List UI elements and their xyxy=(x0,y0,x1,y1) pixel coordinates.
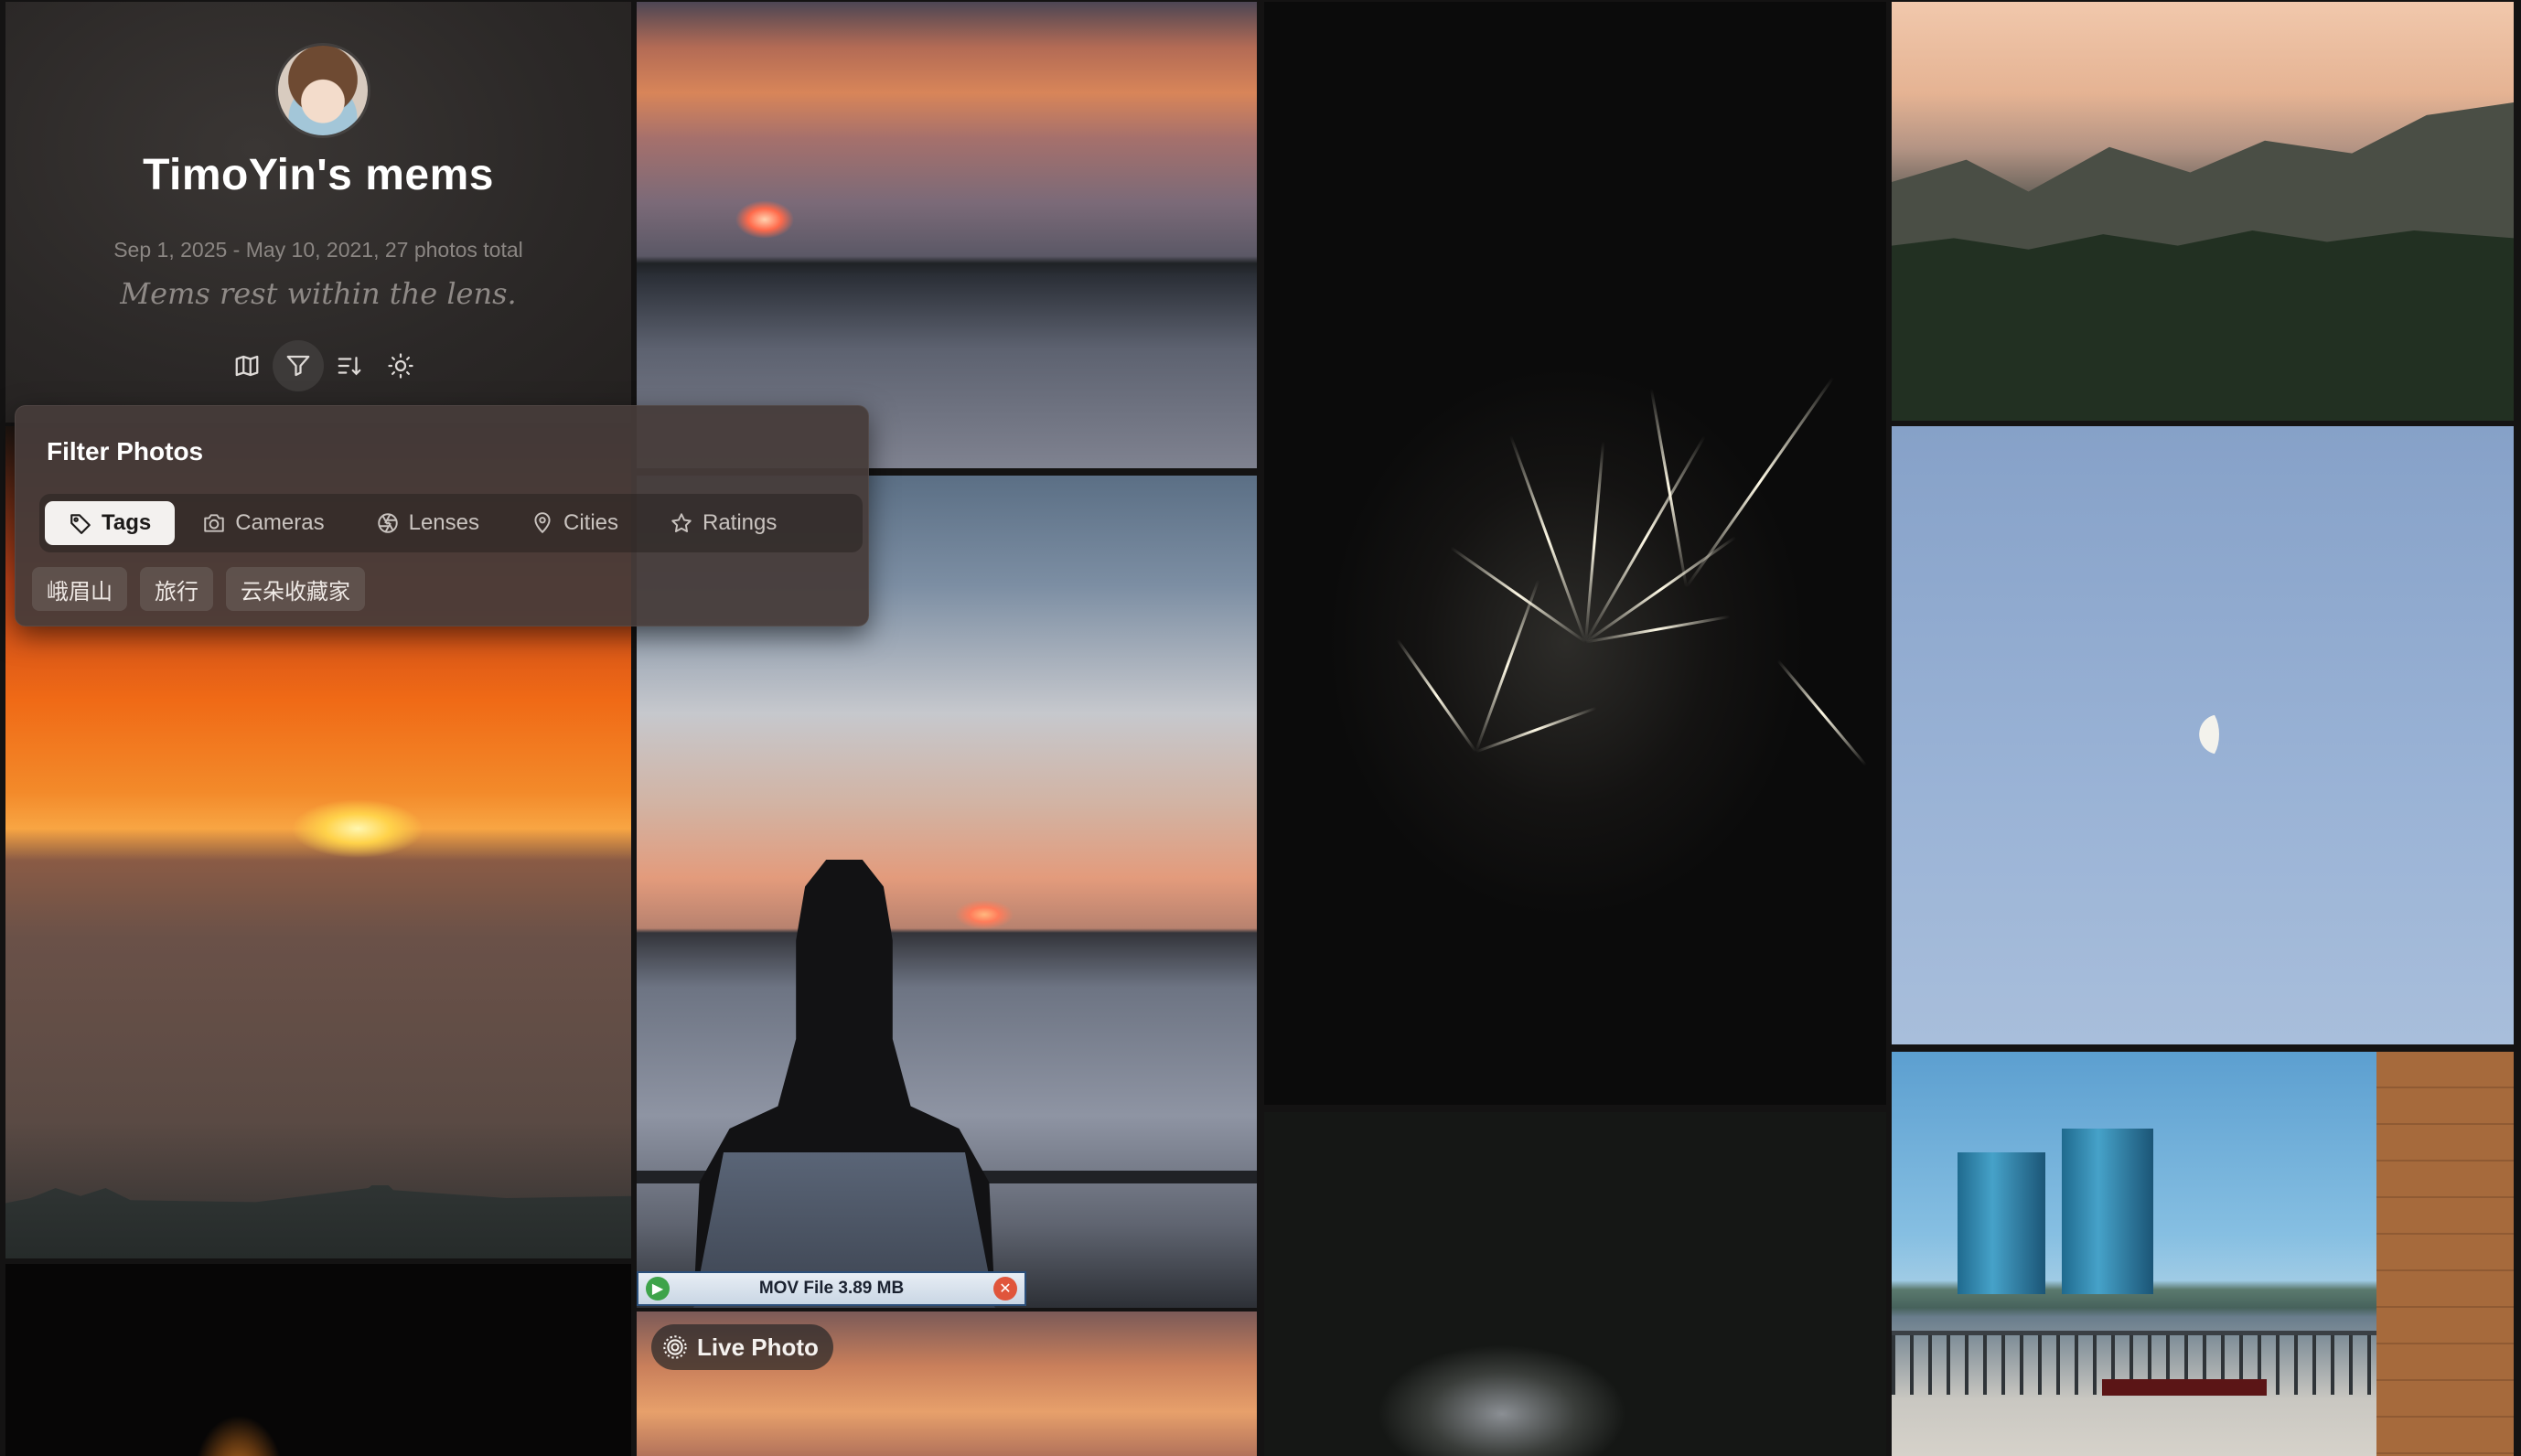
tag-chip[interactable]: 旅行 xyxy=(140,567,213,611)
mov-file-label: MOV File 3.89 MB xyxy=(758,1279,905,1298)
tab-lenses[interactable]: Lenses xyxy=(352,501,503,545)
tab-cameras[interactable]: Cameras xyxy=(178,501,348,545)
live-photo-label: Live Photo xyxy=(697,1333,819,1361)
filter-panel: Filter Photos Tags Cameras Lenses Cities… xyxy=(15,405,869,626)
tag-chip[interactable]: 峨眉山 xyxy=(32,567,127,611)
star-icon xyxy=(671,513,692,532)
spark xyxy=(1585,615,1731,644)
tag-chips: 峨眉山 旅行 云朵收藏家 xyxy=(32,567,365,611)
tab-cities[interactable]: Cities xyxy=(507,501,642,545)
photo-trees[interactable] xyxy=(1264,1112,1886,1456)
theme-button[interactable] xyxy=(375,340,426,391)
photo-sunset-sea[interactable] xyxy=(637,2,1257,468)
tab-ratings[interactable]: Ratings xyxy=(646,501,800,545)
tag-icon xyxy=(70,514,91,534)
photo-moon[interactable] xyxy=(1892,426,2514,1044)
toolbar xyxy=(221,340,430,391)
sun-icon xyxy=(388,353,413,379)
play-icon[interactable]: ▶ xyxy=(646,1277,670,1301)
profile-card: TimoYin's mems Sep 1, 2025 - May 10, 202… xyxy=(5,2,631,423)
hill-trees xyxy=(1892,230,2514,421)
tab-label: Cities xyxy=(563,510,618,535)
camera-icon xyxy=(204,514,224,532)
map-button[interactable] xyxy=(221,340,273,391)
live-photo-badge[interactable]: Live Photo xyxy=(651,1324,833,1370)
map-pin-icon xyxy=(534,512,551,534)
photo-stats: Sep 1, 2025 - May 10, 2021, 27 photos to… xyxy=(113,238,523,262)
page-title: TimoYin's mems xyxy=(143,151,494,199)
close-icon[interactable]: ✕ xyxy=(993,1277,1017,1301)
filter-icon xyxy=(286,355,310,377)
tag-chip[interactable]: 云朵收藏家 xyxy=(226,567,365,611)
tab-tags[interactable]: Tags xyxy=(45,501,176,545)
live-photo-icon xyxy=(663,1335,687,1359)
mov-file-bar[interactable]: ▶ MOV File 3.89 MB ✕ xyxy=(637,1271,1026,1306)
moon xyxy=(2190,708,2219,761)
aperture-icon xyxy=(377,513,398,533)
photo-fireworks[interactable] xyxy=(1264,2,1886,1105)
tower-left xyxy=(1958,1152,2045,1294)
photo-hills[interactable] xyxy=(1892,2,2514,421)
spark xyxy=(1475,706,1597,754)
avatar[interactable] xyxy=(278,46,368,135)
spark xyxy=(1649,389,1688,588)
photo-temple-night[interactable] xyxy=(5,1264,631,1456)
tab-label: Cameras xyxy=(235,510,325,535)
tab-label: Ratings xyxy=(703,510,778,535)
spark xyxy=(1509,434,1587,643)
sort-button[interactable] xyxy=(324,340,375,391)
brick-wall xyxy=(2376,1052,2514,1456)
spark xyxy=(1776,659,1868,766)
filter-button[interactable] xyxy=(273,340,324,391)
sort-icon xyxy=(338,357,361,376)
tab-label: Tags xyxy=(102,510,152,535)
tab-label: Lenses xyxy=(408,510,479,535)
filter-title: Filter Photos xyxy=(47,437,204,466)
spark xyxy=(1685,376,1835,588)
spark xyxy=(1584,435,1706,643)
spark xyxy=(1475,579,1540,753)
map-icon xyxy=(235,355,259,377)
filter-tabs: Tags Cameras Lenses Cities Ratings xyxy=(39,494,863,552)
city-skyline xyxy=(5,1178,631,1258)
tower-right xyxy=(2062,1129,2153,1294)
spark xyxy=(1396,638,1477,753)
tagline: Mems rest within the lens. xyxy=(120,276,517,311)
table xyxy=(2102,1379,2267,1456)
photo-towers[interactable] xyxy=(1892,1052,2514,1456)
